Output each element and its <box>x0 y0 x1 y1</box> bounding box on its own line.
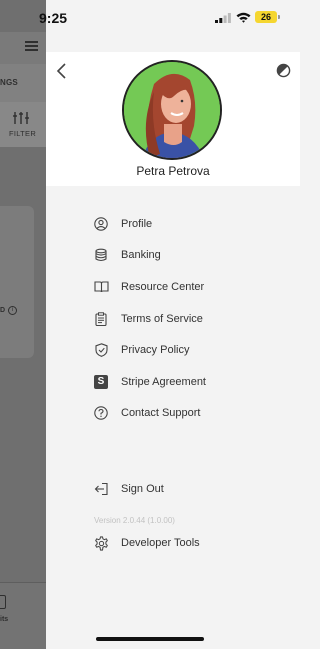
status-bar: 9:25 26 <box>0 0 300 34</box>
sign-out-label: Sign Out <box>121 483 164 495</box>
menu-item-contact-support[interactable]: Contact Support <box>93 398 293 430</box>
background-filter-label: FILTER <box>9 129 37 138</box>
menu-item-label: Terms of Service <box>121 312 203 325</box>
background-bottom-nav: its <box>0 582 46 649</box>
shield-icon <box>93 342 109 358</box>
menu-item-label: Privacy Policy <box>121 344 190 357</box>
cellular-signal-icon <box>215 13 231 23</box>
menu-item-stripe-agreement[interactable]: S Stripe Agreement <box>93 366 293 398</box>
background-card <box>0 206 34 358</box>
developer-tools-label: Developer Tools <box>121 537 200 549</box>
profile-header: Petra Petrova <box>46 52 300 186</box>
menu-item-label: Stripe Agreement <box>121 375 206 388</box>
bottom-nav-icon <box>0 595 6 609</box>
user-icon <box>93 216 109 232</box>
avatar[interactable] <box>122 60 222 160</box>
status-time: 9:25 <box>39 10 68 26</box>
menu-item-profile[interactable]: Profile <box>93 208 293 240</box>
background-tab-label: NGS <box>0 78 18 87</box>
menu-item-label: Contact Support <box>121 407 201 420</box>
battery-level: 26 <box>260 12 271 22</box>
user-name: Petra Petrova <box>136 164 210 178</box>
battery-icon: 26 <box>255 11 280 23</box>
drawer-menu: Profile Banking Resource Center Terms of… <box>93 208 293 429</box>
background-app-overlay[interactable]: NGS FILTER D i its <box>0 0 46 649</box>
gear-icon <box>93 535 109 551</box>
menu-item-label: Resource Center <box>121 280 205 293</box>
clipboard-icon <box>93 311 109 327</box>
menu-item-resource-center[interactable]: Resource Center <box>93 271 293 303</box>
background-filter-button: FILTER <box>0 102 46 147</box>
database-icon <box>93 247 109 263</box>
menu-item-label: Banking <box>121 249 161 262</box>
contrast-toggle-icon[interactable] <box>276 63 291 78</box>
back-chevron-icon[interactable] <box>54 62 70 80</box>
app-version: Version 2.0.44 (1.0.00) <box>94 516 175 525</box>
sign-out-button[interactable]: Sign Out <box>93 478 293 500</box>
navigation-drawer: Petra Petrova Profile Banking Resource C… <box>46 0 300 649</box>
book-icon <box>93 279 109 295</box>
avatar-illustration <box>124 62 220 158</box>
info-icon: i <box>8 306 17 315</box>
help-icon <box>93 405 109 421</box>
bottom-nav-label: its <box>0 616 9 623</box>
stripe-logo-icon: S <box>93 374 109 390</box>
developer-tools-button[interactable]: Developer Tools <box>93 532 293 554</box>
menu-item-privacy-policy[interactable]: Privacy Policy <box>93 334 293 366</box>
sign-out-icon <box>93 481 109 497</box>
menu-item-label: Profile <box>121 217 153 230</box>
home-indicator[interactable] <box>96 637 204 641</box>
menu-item-terms-of-service[interactable]: Terms of Service <box>93 303 293 335</box>
menu-item-banking[interactable]: Banking <box>93 240 293 272</box>
wifi-icon <box>236 12 251 23</box>
background-app-header <box>0 32 46 64</box>
hamburger-menu-icon <box>25 41 38 51</box>
background-card-text: D <box>0 307 6 314</box>
background-app-tabs: NGS <box>0 64 46 102</box>
sliders-icon <box>13 112 29 124</box>
